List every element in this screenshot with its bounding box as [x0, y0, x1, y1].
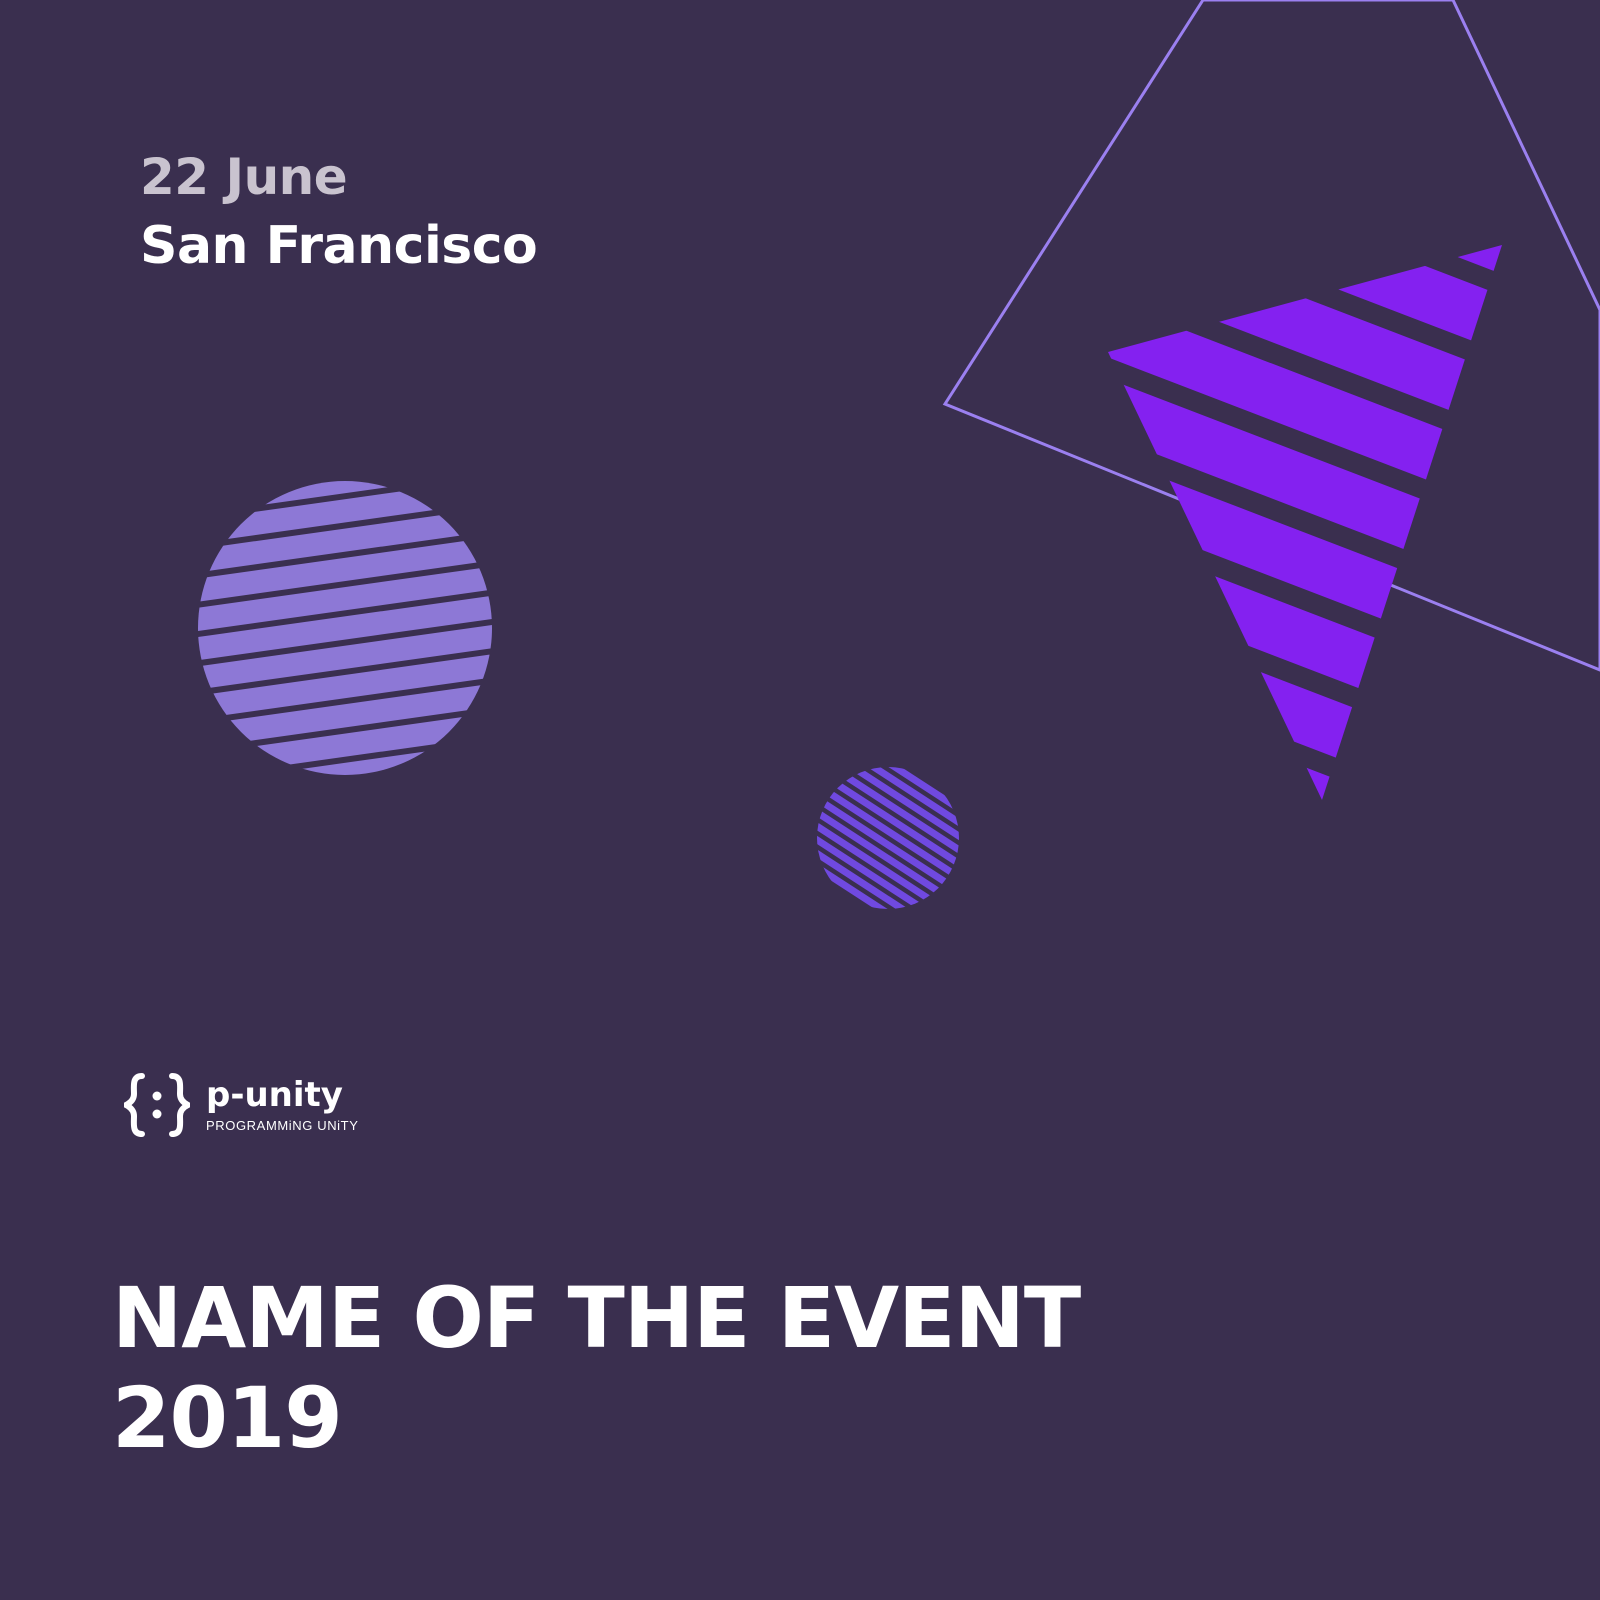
event-title: NAME OF THE EVENT 2019: [112, 1268, 1081, 1468]
brand-name: p-unity: [206, 1074, 343, 1115]
stripe: [1108, 411, 1502, 800]
event-city: San Francisco: [140, 216, 538, 276]
stripe: [1108, 245, 1502, 629]
event-title-line-2: 2019: [112, 1369, 343, 1467]
brand-tagline: PROGRAMMiNG UNiTY: [206, 1117, 359, 1133]
stripe: [1108, 342, 1502, 766]
stripe: [1108, 615, 1502, 800]
small-striped-circle: [817, 767, 959, 909]
large-striped-circle: [198, 481, 492, 775]
stripe: [1108, 245, 1502, 493]
event-title-line-1: NAME OF THE EVENT: [112, 1269, 1081, 1367]
stripe: [1108, 245, 1502, 357]
stripe: [1108, 274, 1502, 698]
brand-logo: p-unity PROGRAMMiNG UNiTY: [119, 1072, 359, 1138]
striped-triangle: [1108, 245, 1502, 800]
stripe: [1108, 683, 1502, 800]
stripe: [1108, 479, 1502, 800]
curly-braces-icon: [119, 1072, 195, 1138]
event-date: 22 June: [140, 148, 348, 206]
stripe: [1108, 547, 1502, 800]
